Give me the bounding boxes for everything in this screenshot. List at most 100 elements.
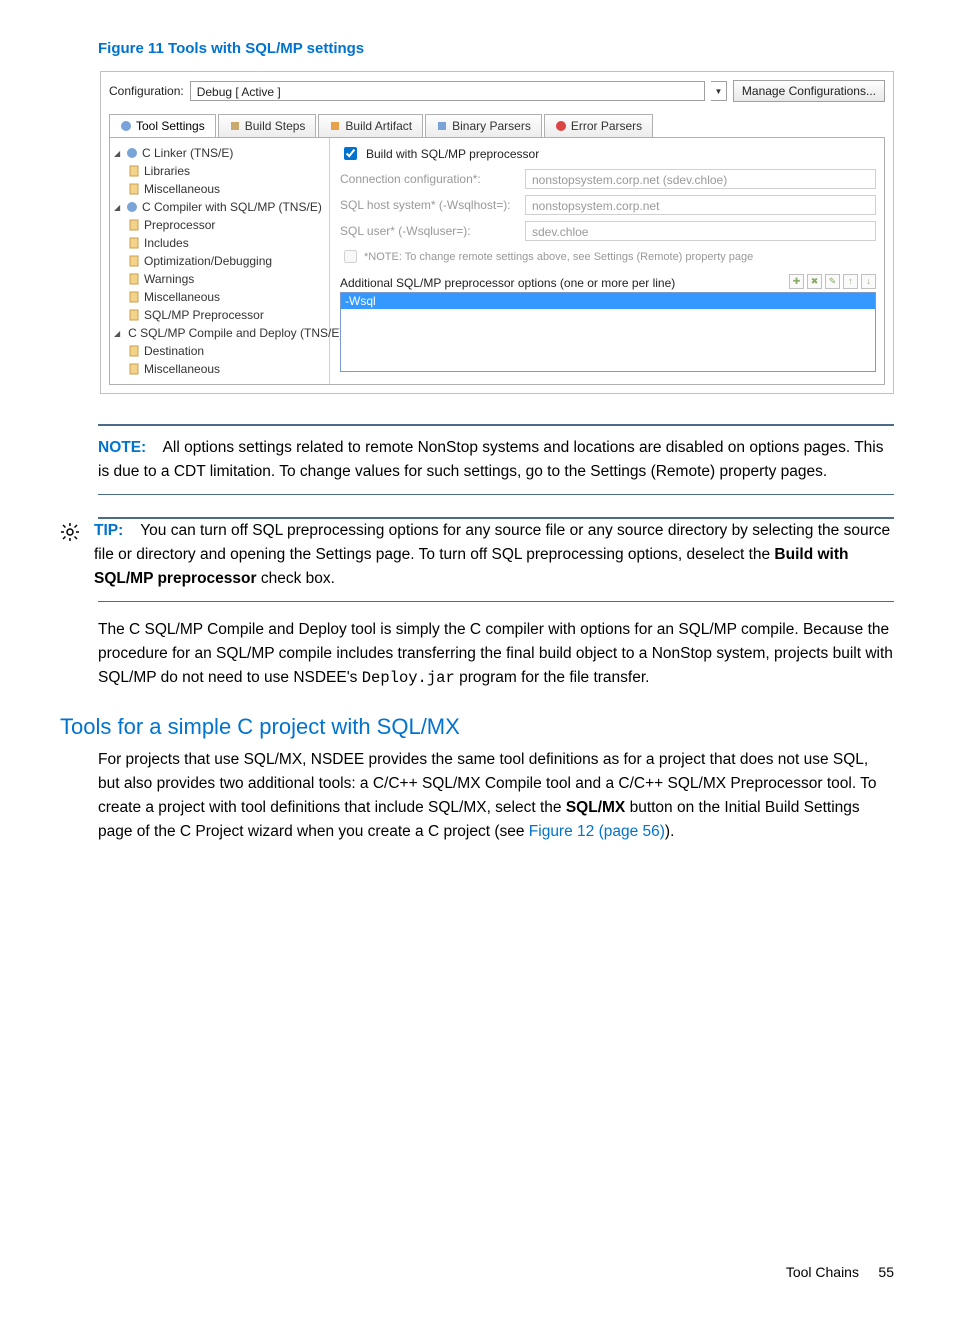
tool-tree: ◢ C Linker (TNS/E) Libraries Miscellaneou… [110,138,330,384]
configuration-row: Configuration: Debug [ Active ] ▼ Manage… [109,80,885,102]
code: Deploy.jar [362,669,455,687]
connection-config-label: Connection configuration*: [340,172,515,186]
expand-icon: ◢ [114,149,122,158]
opts-label: Additional SQL/MP preprocessor options (… [340,276,675,290]
page-icon [128,255,140,267]
figure-title: Figure 11 Tools with SQL/MP settings [98,40,894,57]
tree-node-preprocessor[interactable]: Preprocessor [128,216,325,234]
tree-node-deploy[interactable]: ◢C SQL/MP Compile and Deploy (TNS/E) [114,324,325,342]
bold: SQL/MX [566,799,625,816]
text: ). [665,823,674,840]
binary-icon [436,120,448,132]
tree-node-misc3[interactable]: Miscellaneous [128,360,325,378]
page-icon [128,183,140,195]
tree-label: C SQL/MP Compile and Deploy (TNS/E) [128,326,343,340]
tree-node-misc2[interactable]: Miscellaneous [128,288,325,306]
tree-label: Miscellaneous [144,290,220,304]
tab-label: Error Parsers [571,119,642,133]
add-icon[interactable]: ✚ [789,274,804,289]
sql-host-label: SQL host system* (-Wsqlhost=): [340,198,515,212]
tree-node-warnings[interactable]: Warnings [128,270,325,288]
page-icon [128,309,140,321]
tree-label: Destination [144,344,204,358]
note-line: *NOTE: To change remote settings above, … [340,247,876,266]
chevron-down-icon[interactable]: ▼ [711,81,727,101]
page-icon [128,345,140,357]
tab-build-artifact[interactable]: Build Artifact [318,114,423,137]
tool-icon [126,147,138,159]
tree-label: Includes [144,236,189,250]
tree-label: Libraries [144,164,190,178]
tab-bar: Tool Settings Build Steps Build Artifact… [109,114,885,138]
edit-icon[interactable]: ✎ [825,274,840,289]
tree-node-optimization[interactable]: Optimization/Debugging [128,252,325,270]
page-icon [128,291,140,303]
manage-configurations-button[interactable]: Manage Configurations... [733,80,885,102]
opts-item[interactable]: -Wsql [341,293,875,309]
paragraph-sqlmx: For projects that use SQL/MX, NSDEE prov… [98,748,894,844]
build-with-label: Build with SQL/MP preprocessor [366,147,539,161]
note-body: All options settings related to remote N… [98,439,883,480]
form-area: Build with SQL/MP preprocessor Connectio… [330,138,884,384]
tip-icon [60,522,80,547]
connection-config-input: nonstopsystem.corp.net (sdev.chloe) [525,169,876,189]
figure-link[interactable]: Figure 12 (page 56) [529,823,665,840]
tree-node-sqlmp-preproc[interactable]: SQL/MP Preprocessor [128,306,325,324]
error-icon [555,120,567,132]
tab-label: Build Artifact [345,119,412,133]
note-text: *NOTE: To change remote settings above, … [364,251,753,263]
sql-host-input: nonstopsystem.corp.net [525,195,876,215]
tree-node-includes[interactable]: Includes [128,234,325,252]
move-up-icon[interactable]: ↑ [843,274,858,289]
tree-node-compiler[interactable]: ◢ C Compiler with SQL/MP (TNS/E) [114,198,325,216]
wrench-icon [229,120,241,132]
tab-tool-settings[interactable]: Tool Settings [109,114,216,137]
tree-label: C Compiler with SQL/MP (TNS/E) [142,200,322,214]
tip-callout: TIP: You can turn off SQL preprocessing … [94,519,894,601]
page-icon [128,237,140,249]
sql-user-label: SQL user* (-Wsqluser=): [340,224,515,238]
build-with-checkbox-row: Build with SQL/MP preprocessor [340,144,876,163]
configuration-label: Configuration: [109,84,184,98]
tab-error-parsers[interactable]: Error Parsers [544,114,653,137]
tree-label: SQL/MP Preprocessor [144,308,264,322]
tip-lead: TIP: [94,522,123,539]
page-icon [128,219,140,231]
text: program for the file transfer. [455,669,650,686]
settings-dialog: Configuration: Debug [ Active ] ▼ Manage… [100,71,894,394]
build-with-checkbox[interactable] [344,147,357,160]
tab-binary-parsers[interactable]: Binary Parsers [425,114,542,137]
tip-text-a: You can turn off SQL preprocessing optio… [94,522,890,563]
tool-icon [126,201,138,213]
opts-toolbar: ✚ ✖ ✎ ↑ ↓ [789,274,876,289]
note-lead: NOTE: [98,439,146,456]
tree-node-linker[interactable]: ◢ C Linker (TNS/E) [114,144,325,162]
delete-icon[interactable]: ✖ [807,274,822,289]
note-callout: NOTE: All options settings related to re… [98,426,894,494]
tree-node-libraries[interactable]: Libraries [128,162,325,180]
tab-label: Tool Settings [136,119,205,133]
sql-user-input: sdev.chloe [525,221,876,241]
tab-build-steps[interactable]: Build Steps [218,114,317,137]
tip-text-b: check box. [257,570,335,587]
opts-listbox[interactable]: -Wsql [340,292,876,372]
tool-icon [120,120,132,132]
page-icon [128,165,140,177]
footer-page: 55 [878,1264,894,1280]
tree-node-destination[interactable]: Destination [128,342,325,360]
tree-label: Miscellaneous [144,182,220,196]
expand-icon: ◢ [114,203,122,212]
artifact-icon [329,120,341,132]
tree-label: Optimization/Debugging [144,254,272,268]
tree-node-misc[interactable]: Miscellaneous [128,180,325,198]
section-heading: Tools for a simple C project with SQL/MX [60,714,894,740]
note-checkbox [344,250,357,263]
configuration-dropdown[interactable]: Debug [ Active ] [190,81,705,101]
page-icon [128,273,140,285]
tree-label: C Linker (TNS/E) [142,146,233,160]
page-icon [128,363,140,375]
tree-label: Miscellaneous [144,362,220,376]
footer-section: Tool Chains [786,1264,859,1280]
move-down-icon[interactable]: ↓ [861,274,876,289]
tab-label: Binary Parsers [452,119,531,133]
